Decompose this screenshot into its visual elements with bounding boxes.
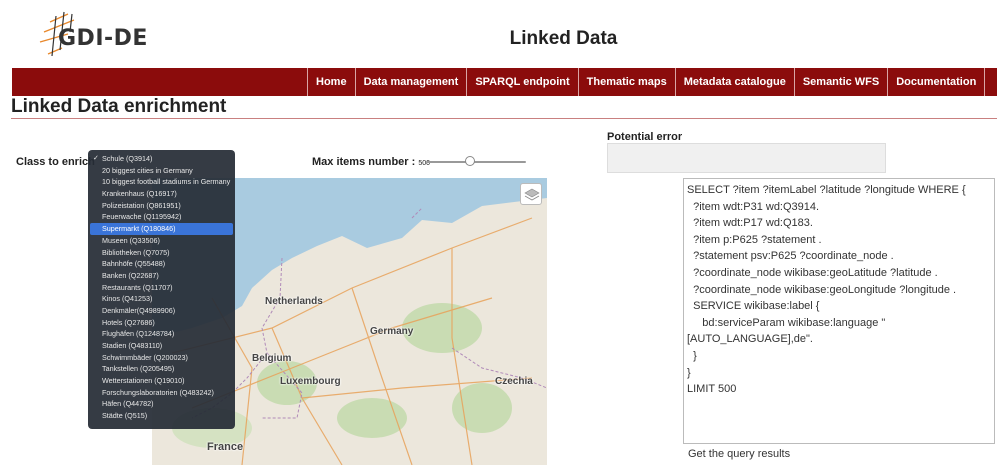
query-line: ?coordinate_node wikibase:geoLatitude ?l… xyxy=(687,266,938,279)
query-line: } xyxy=(687,349,697,362)
map-label-luxembourg: Luxembourg xyxy=(280,376,341,387)
class-option[interactable]: Feuerwache (Q1195942) xyxy=(90,211,233,223)
map-label-czechia: Czechia xyxy=(495,376,533,387)
class-option[interactable]: Supermarkt (Q180846) xyxy=(90,223,233,235)
nav-item-thematic-maps[interactable]: Thematic maps xyxy=(577,68,675,96)
query-line: } xyxy=(687,366,691,379)
map-label-france: France xyxy=(207,441,244,453)
class-option[interactable]: 10 biggest football stadiums in Germany xyxy=(90,176,233,188)
class-option[interactable]: Schwimmbäder (Q200023) xyxy=(90,352,233,364)
class-option[interactable]: Bibliotheken (Q7075) xyxy=(90,247,233,259)
section-divider xyxy=(11,118,997,119)
class-select-dropdown[interactable]: Schule (Q3914)20 biggest cities in Germa… xyxy=(88,150,235,429)
class-option[interactable]: Häfen (Q44782) xyxy=(90,398,233,410)
max-items-slider[interactable] xyxy=(426,156,526,166)
map-label-netherlands: Netherlands xyxy=(265,296,323,307)
class-option[interactable]: Städte (Q515) xyxy=(90,410,233,422)
class-option[interactable]: Krankenhaus (Q16917) xyxy=(90,188,233,200)
nav-item-data-management[interactable]: Data management xyxy=(354,68,467,96)
query-line: ?item wdt:P17 wd:Q183. xyxy=(687,217,813,230)
class-option[interactable]: Polizeistation (Q861951) xyxy=(90,200,233,212)
nav-item-documentation[interactable]: Documentation xyxy=(887,68,986,96)
get-query-results-button[interactable]: Get the query results xyxy=(688,448,790,460)
map-label-belgium: Belgium xyxy=(252,353,292,364)
query-line: ?item wdt:P31 wd:Q3914. xyxy=(687,200,820,213)
section-title: Linked Data enrichment xyxy=(11,96,227,117)
nav-item-metadata-catalogue[interactable]: Metadata catalogue xyxy=(674,68,794,96)
page-title: Linked Data xyxy=(509,28,618,49)
slider-thumb[interactable] xyxy=(464,156,475,166)
class-option[interactable]: Museen (Q33506) xyxy=(90,235,233,247)
class-option[interactable]: 20 biggest cities in Germany xyxy=(90,165,233,177)
query-line: SELECT ?item ?itemLabel ?latitude ?longi… xyxy=(687,184,966,196)
class-option[interactable]: Schule (Q3914) xyxy=(90,153,233,165)
class-option[interactable]: Banken (Q22687) xyxy=(90,270,233,282)
map-layers-button[interactable] xyxy=(520,183,542,205)
potential-error-field xyxy=(607,143,886,173)
map-label-germany: Germany xyxy=(370,326,414,337)
max-items-label: Max items number : 500 xyxy=(312,156,430,168)
class-option[interactable]: Flughäfen (Q1248784) xyxy=(90,328,233,340)
nav-items: Home Data management SPARQL endpoint Themat… xyxy=(307,68,986,96)
slider-track xyxy=(426,161,526,163)
max-items-label-text: Max items number : xyxy=(312,156,416,168)
query-line: [AUTO_LANGUAGE],de". xyxy=(687,333,813,346)
query-line: ?item p:P625 ?statement . xyxy=(687,233,822,246)
query-line: bd:serviceParam wikibase:language " xyxy=(687,316,886,329)
nav-item-semantic-wfs[interactable]: Semantic WFS xyxy=(793,68,887,96)
class-option[interactable]: Tankstellen (Q205495) xyxy=(90,363,233,375)
class-option[interactable]: Denkmäler(Q4989906) xyxy=(90,305,233,317)
sparql-query-textarea[interactable]: SELECT ?item ?itemLabel ?latitude ?longi… xyxy=(683,178,995,444)
query-line: ?statement psv:P625 ?coordinate_node . xyxy=(687,250,894,263)
class-option[interactable]: Wetterstationen (Q19010) xyxy=(90,375,233,387)
nav-item-sparql-endpoint[interactable]: SPARQL endpoint xyxy=(466,68,577,96)
main-navbar: Home Data management SPARQL endpoint Themat… xyxy=(12,68,997,96)
class-to-enrich-label: Class to enrich xyxy=(16,156,95,168)
layers-icon xyxy=(524,188,540,201)
class-option[interactable]: Hotels (Q27686) xyxy=(90,317,233,329)
class-option[interactable]: Kinos (Q41253) xyxy=(90,293,233,305)
potential-error-label: Potential error xyxy=(607,131,683,143)
class-option[interactable]: Stadien (Q483110) xyxy=(90,340,233,352)
class-option[interactable]: Forschungslaboratorien (Q483242) xyxy=(90,387,233,399)
query-line: ?coordinate_node wikibase:geoLongitude ?… xyxy=(687,283,957,296)
class-option[interactable]: Restaurants (Q11707) xyxy=(90,282,233,294)
nav-item-home[interactable]: Home xyxy=(307,68,355,96)
query-line: SERVICE wikibase:label { xyxy=(687,300,820,313)
class-option[interactable]: Bahnhöfe (Q55488) xyxy=(90,258,233,270)
query-line: LIMIT 500 xyxy=(687,383,737,396)
